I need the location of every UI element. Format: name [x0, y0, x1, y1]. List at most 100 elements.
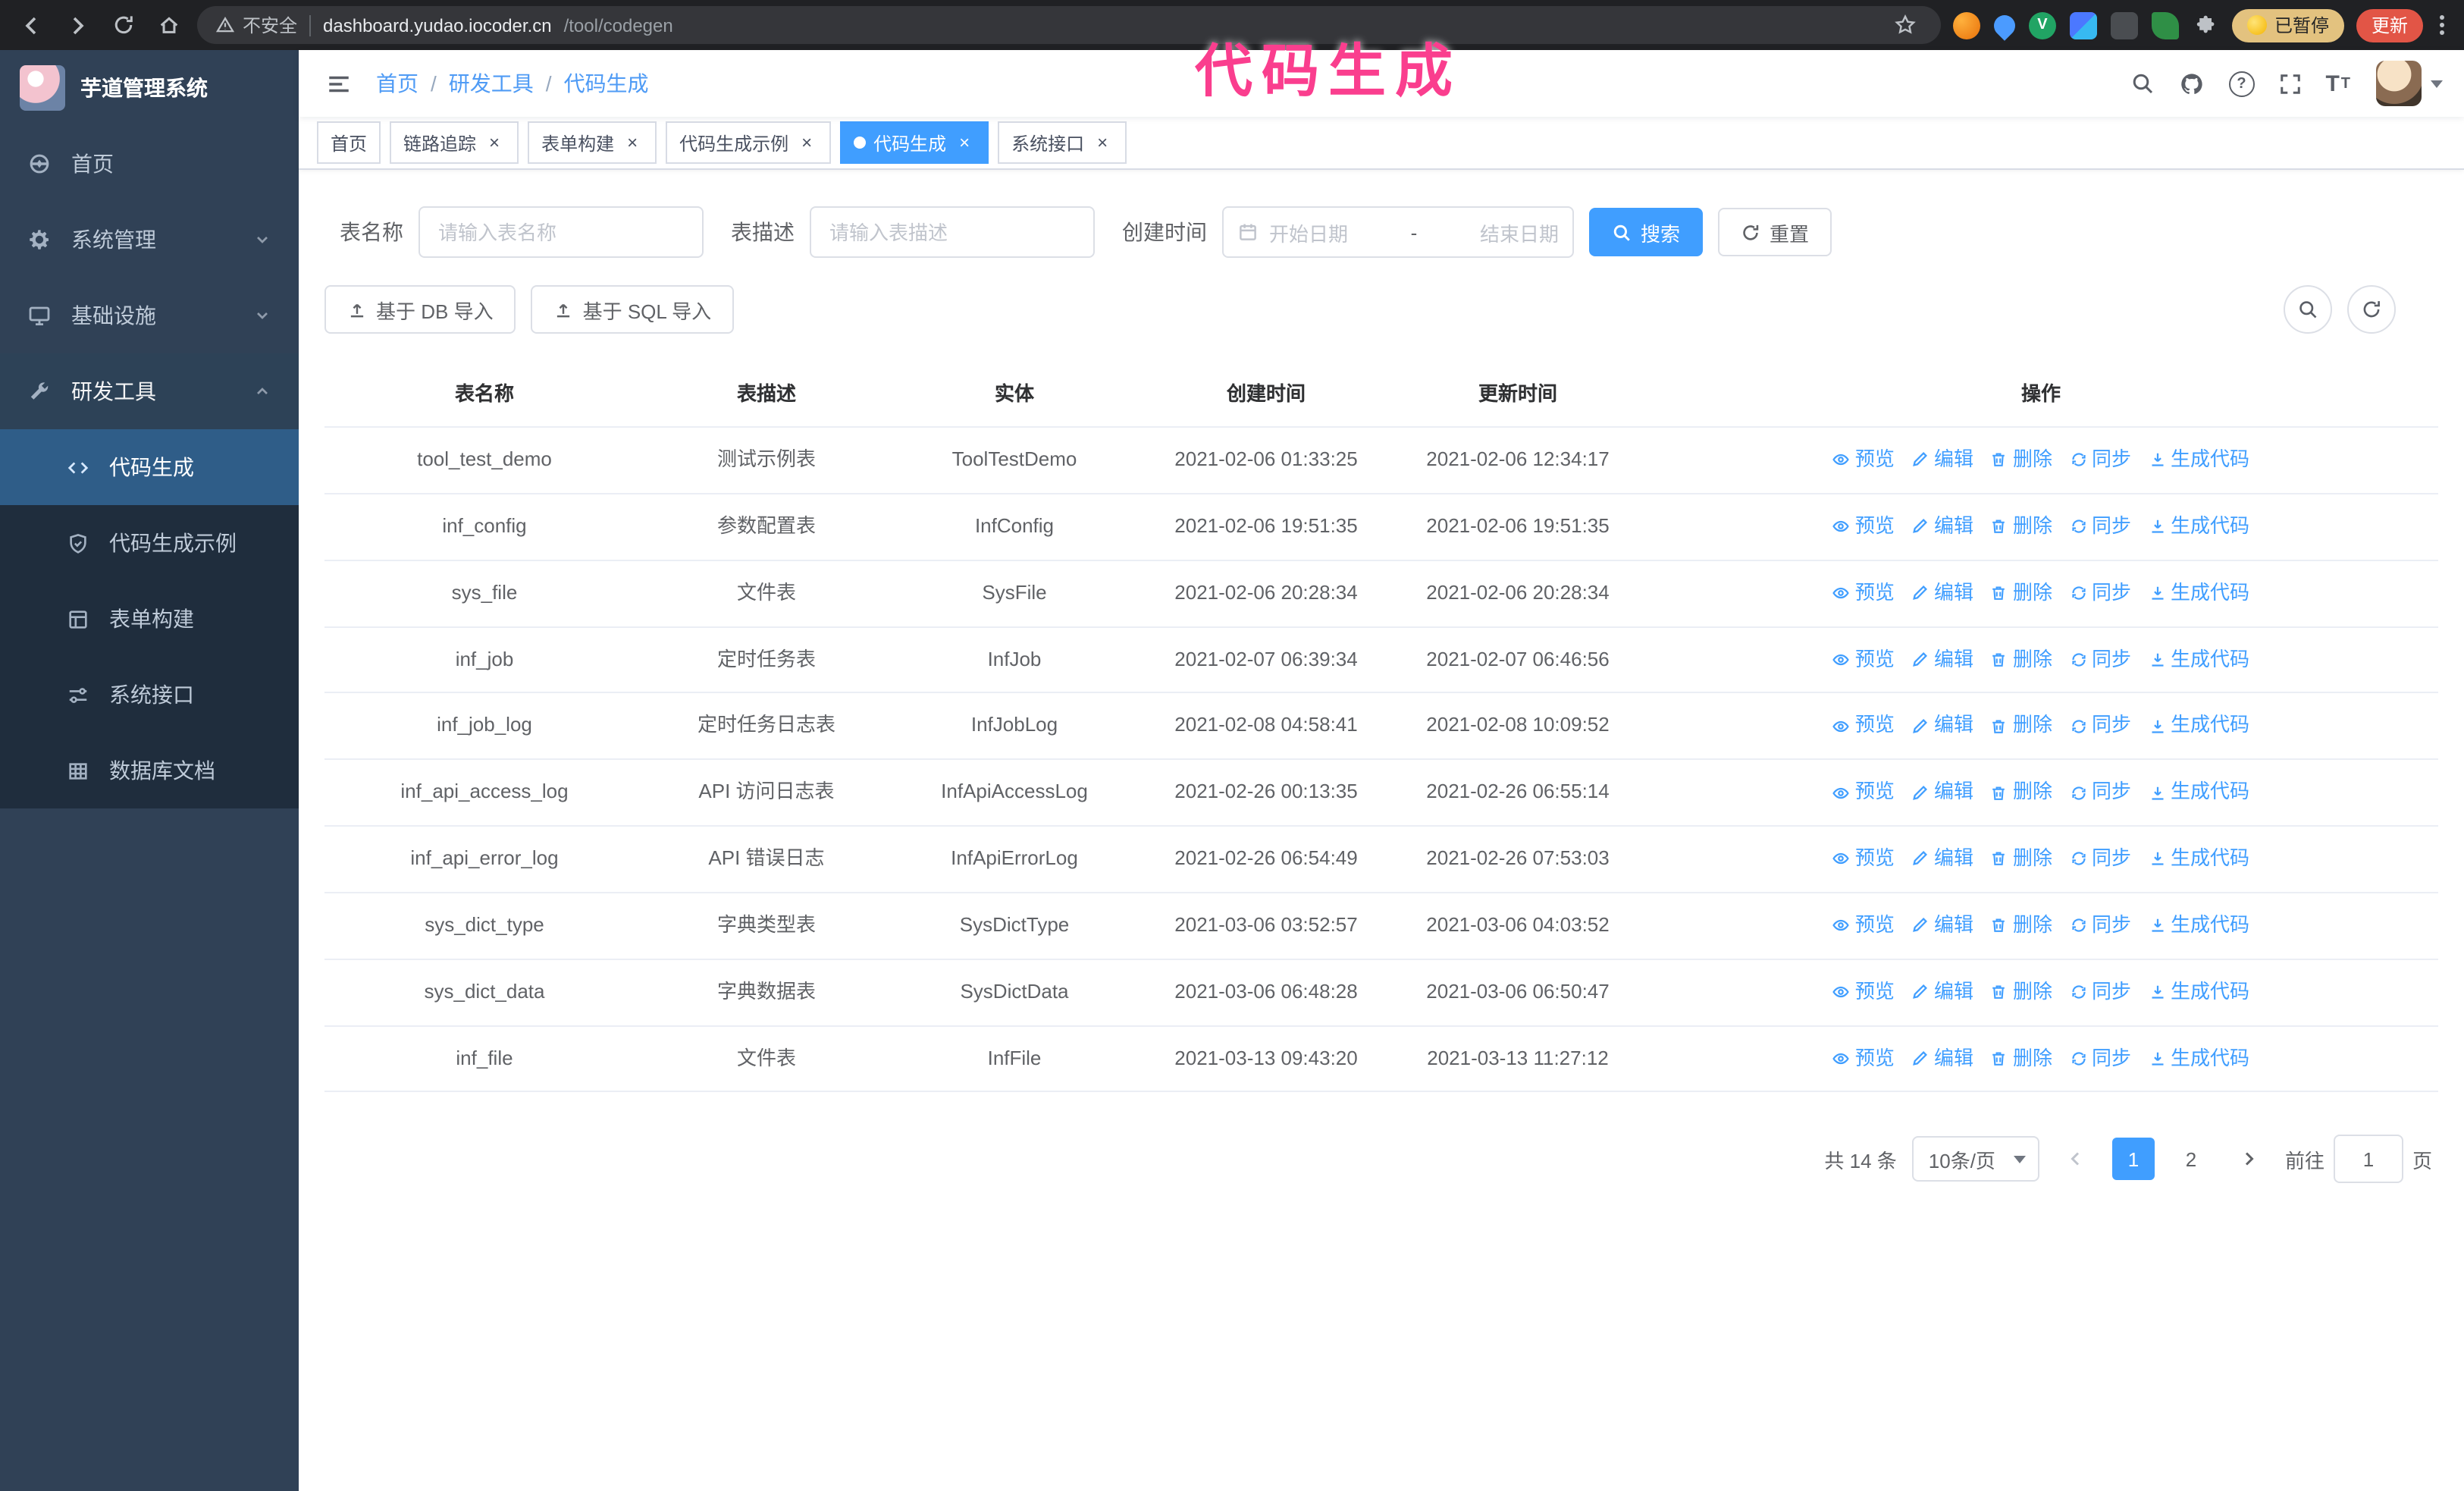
- paused-badge[interactable]: 已暂停: [2231, 8, 2344, 42]
- preview-action[interactable]: 预览: [1832, 513, 1895, 541]
- extension-grid-icon[interactable]: [2069, 11, 2097, 39]
- preview-action[interactable]: 预览: [1832, 845, 1895, 874]
- toggle-search-button[interactable]: [2284, 285, 2332, 334]
- search-button[interactable]: 搜索: [1589, 208, 1704, 256]
- font-size-icon[interactable]: [2325, 71, 2352, 96]
- back-icon[interactable]: [15, 8, 49, 42]
- sync-action[interactable]: 同步: [2069, 645, 2131, 674]
- edit-action[interactable]: 编辑: [1911, 645, 1973, 674]
- next-page-button[interactable]: [2227, 1138, 2270, 1181]
- extension-fox-icon[interactable]: [1952, 11, 1980, 39]
- delete-action[interactable]: 删除: [1990, 645, 2052, 674]
- preview-action[interactable]: 预览: [1832, 778, 1895, 807]
- sync-action[interactable]: 同步: [2069, 446, 2131, 475]
- preview-action[interactable]: 预览: [1832, 579, 1895, 607]
- page-button-2[interactable]: 2: [2170, 1138, 2212, 1181]
- github-icon[interactable]: [2178, 71, 2204, 96]
- sync-action[interactable]: 同步: [2069, 1044, 2131, 1073]
- edit-action[interactable]: 编辑: [1911, 513, 1973, 541]
- sidebar-item-infra[interactable]: 基础设施: [0, 278, 299, 353]
- tab-form-builder[interactable]: 表单构建: [528, 121, 657, 164]
- tab-close-icon[interactable]: [622, 132, 643, 153]
- tab-codegen[interactable]: 代码生成: [840, 121, 989, 164]
- delete-action[interactable]: 删除: [1990, 778, 2052, 807]
- tab-codegen-example[interactable]: 代码生成示例: [666, 121, 832, 164]
- security-chip[interactable]: 不安全: [215, 12, 297, 38]
- sync-action[interactable]: 同步: [2069, 912, 2131, 940]
- generate-code-action[interactable]: 生成代码: [2148, 645, 2249, 674]
- extension-pin-icon[interactable]: [2110, 11, 2138, 39]
- extension-leaf-icon[interactable]: [2151, 11, 2179, 39]
- goto-page-input[interactable]: [2333, 1135, 2403, 1184]
- browser-menu-icon[interactable]: [2435, 15, 2449, 35]
- sidebar-toggle-icon[interactable]: [320, 64, 358, 102]
- generate-code-action[interactable]: 生成代码: [2148, 1044, 2249, 1073]
- import-sql-button[interactable]: 基于 SQL 导入: [531, 285, 735, 334]
- table-desc-input[interactable]: [810, 206, 1095, 258]
- tab-tracing[interactable]: 链路追踪: [390, 121, 519, 164]
- breadcrumb-home[interactable]: 首页: [376, 68, 419, 99]
- edit-action[interactable]: 编辑: [1911, 446, 1973, 475]
- update-button[interactable]: 更新: [2356, 8, 2423, 42]
- edit-action[interactable]: 编辑: [1911, 1044, 1973, 1073]
- extensions-puzzle-icon[interactable]: [2193, 11, 2220, 39]
- sync-action[interactable]: 同步: [2069, 712, 2131, 741]
- edit-action[interactable]: 编辑: [1911, 912, 1973, 940]
- user-menu[interactable]: [2376, 61, 2443, 106]
- preview-action[interactable]: 预览: [1832, 446, 1895, 475]
- address-bar[interactable]: 不安全 dashboard.yudao.iocoder.cn /tool/cod…: [197, 6, 1941, 44]
- tab-home[interactable]: 首页: [317, 121, 381, 164]
- edit-action[interactable]: 编辑: [1911, 978, 1973, 1007]
- page-size-select[interactable]: 10条/页: [1911, 1136, 2039, 1182]
- sync-action[interactable]: 同步: [2069, 513, 2131, 541]
- extension-drop-icon[interactable]: [1989, 10, 2020, 40]
- tab-close-icon[interactable]: [1092, 132, 1113, 153]
- preview-action[interactable]: 预览: [1832, 712, 1895, 741]
- preview-action[interactable]: 预览: [1832, 645, 1895, 674]
- preview-action[interactable]: 预览: [1832, 1044, 1895, 1073]
- breadcrumb-devtools[interactable]: 研发工具: [449, 68, 534, 99]
- tab-close-icon[interactable]: [954, 132, 975, 153]
- generate-code-action[interactable]: 生成代码: [2148, 912, 2249, 940]
- bookmark-star-icon[interactable]: [1889, 8, 1923, 42]
- sync-action[interactable]: 同步: [2069, 978, 2131, 1007]
- sidebar-item-home[interactable]: 首页: [0, 126, 299, 202]
- table-name-input[interactable]: [419, 206, 704, 258]
- tab-close-icon[interactable]: [796, 132, 817, 153]
- generate-code-action[interactable]: 生成代码: [2148, 778, 2249, 807]
- sync-action[interactable]: 同步: [2069, 778, 2131, 807]
- sidebar-item-devtools[interactable]: 研发工具: [0, 353, 299, 429]
- prev-page-button[interactable]: [2054, 1138, 2097, 1181]
- forward-icon[interactable]: [61, 8, 94, 42]
- delete-action[interactable]: 删除: [1990, 446, 2052, 475]
- edit-action[interactable]: 编辑: [1911, 579, 1973, 607]
- reload-icon[interactable]: [106, 8, 140, 42]
- generate-code-action[interactable]: 生成代码: [2148, 978, 2249, 1007]
- edit-action[interactable]: 编辑: [1911, 845, 1973, 874]
- preview-action[interactable]: 预览: [1832, 978, 1895, 1007]
- import-db-button[interactable]: 基于 DB 导入: [324, 285, 516, 334]
- sidebar-item-codegen[interactable]: 代码生成: [0, 429, 299, 505]
- date-range-picker[interactable]: 开始日期 - 结束日期: [1222, 206, 1574, 258]
- extension-vue-devtools-icon[interactable]: V: [2028, 11, 2056, 39]
- search-icon[interactable]: [2130, 71, 2154, 96]
- sidebar-item-form-builder[interactable]: 表单构建: [0, 581, 299, 657]
- edit-action[interactable]: 编辑: [1911, 712, 1973, 741]
- sidebar-item-codegen-example[interactable]: 代码生成示例: [0, 505, 299, 581]
- sidebar-item-system-api[interactable]: 系统接口: [0, 657, 299, 733]
- delete-action[interactable]: 删除: [1990, 912, 2052, 940]
- delete-action[interactable]: 删除: [1990, 712, 2052, 741]
- delete-action[interactable]: 删除: [1990, 513, 2052, 541]
- delete-action[interactable]: 删除: [1990, 1044, 2052, 1073]
- generate-code-action[interactable]: 生成代码: [2148, 579, 2249, 607]
- tab-system-api[interactable]: 系统接口: [998, 121, 1127, 164]
- tab-close-icon[interactable]: [484, 132, 505, 153]
- generate-code-action[interactable]: 生成代码: [2148, 446, 2249, 475]
- home-icon[interactable]: [152, 8, 185, 42]
- generate-code-action[interactable]: 生成代码: [2148, 712, 2249, 741]
- sync-action[interactable]: 同步: [2069, 845, 2131, 874]
- page-button-1[interactable]: 1: [2111, 1138, 2155, 1181]
- sidebar-item-system[interactable]: 系统管理: [0, 202, 299, 278]
- delete-action[interactable]: 删除: [1990, 579, 2052, 607]
- reset-button[interactable]: 重置: [1718, 208, 1832, 256]
